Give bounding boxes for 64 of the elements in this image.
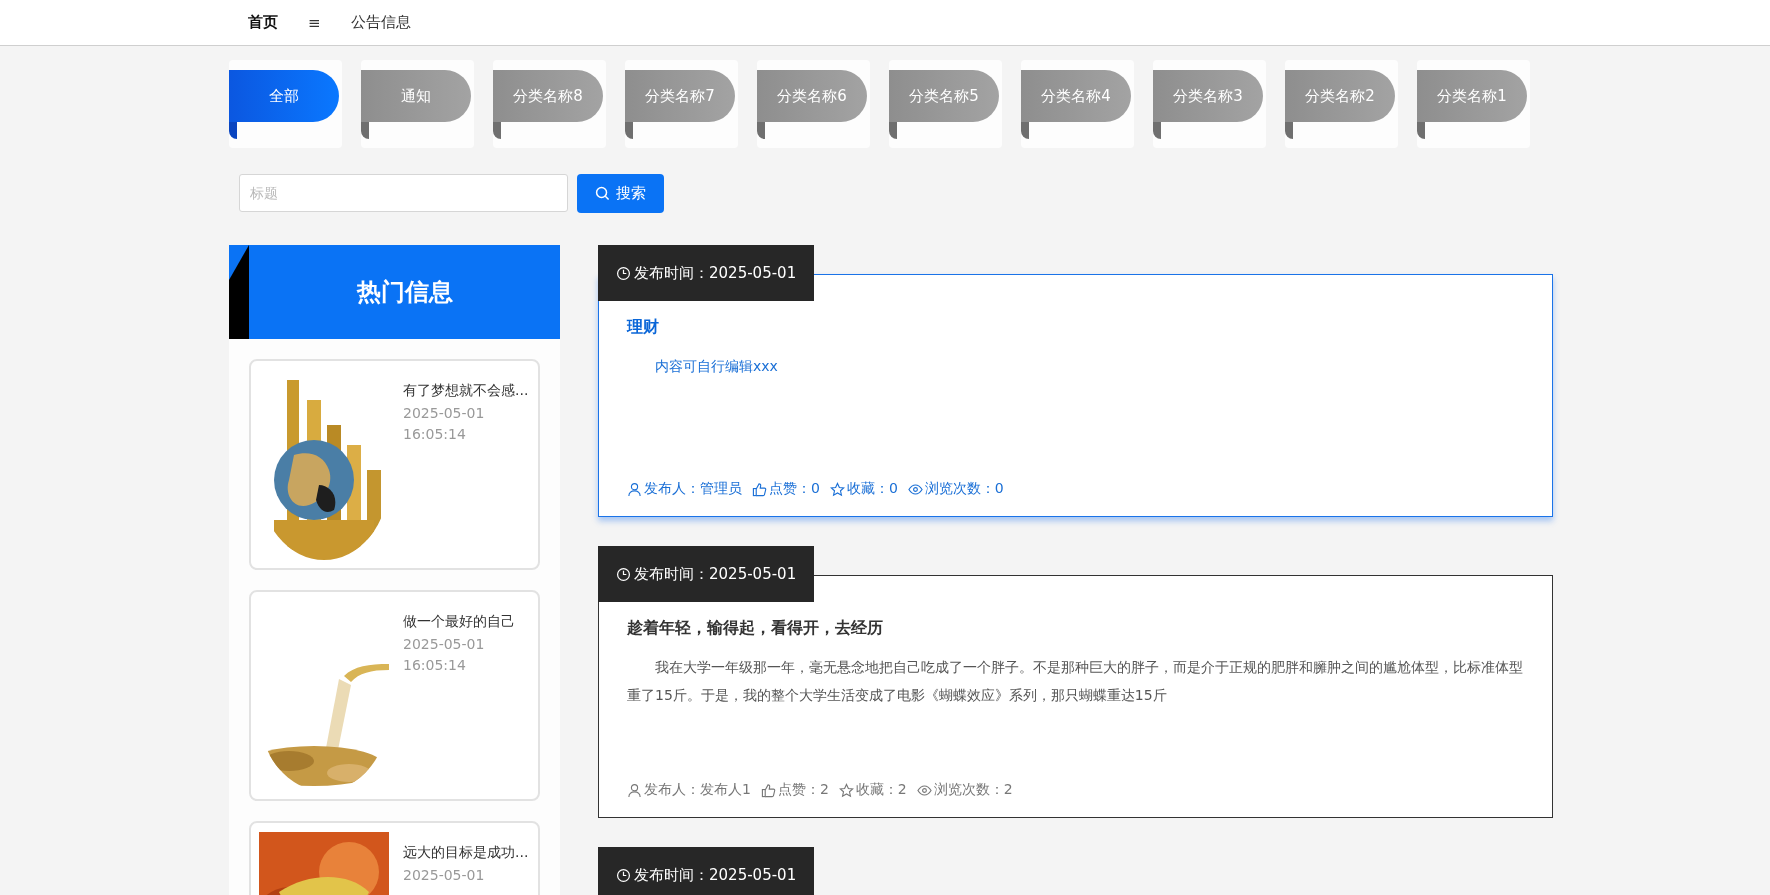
clock-icon <box>616 265 631 281</box>
category-tab[interactable]: 全部 <box>229 70 339 122</box>
search-icon <box>595 186 610 201</box>
star-icon <box>829 481 845 497</box>
post-title[interactable]: 趁着年轻，输得起，看得开，去经历 <box>627 618 1524 639</box>
ribbon-fold <box>1021 121 1029 139</box>
ribbon-fold <box>1285 121 1293 139</box>
post-meta-text: 收藏：2 <box>855 781 907 799</box>
ribbon-fold <box>1153 121 1161 139</box>
nav-link[interactable]: 公告信息 <box>350 13 411 32</box>
category-tab[interactable]: 分类名称1 <box>1417 70 1527 122</box>
clock-icon <box>616 566 631 582</box>
post-meta-text: 发布人：发布人1 <box>644 781 751 799</box>
ribbon-fold <box>1417 121 1425 139</box>
ribbon-fold <box>361 121 369 139</box>
hot-item-date: 2025-05-01 <box>403 636 486 652</box>
hot-item-time: 16:05:14 <box>403 657 467 673</box>
category-tab[interactable]: 分类名称4 <box>1021 70 1131 122</box>
hot-item-card[interactable]: 做一个最好的自己 2025-05-01 16:05:14 <box>249 590 540 801</box>
ribbon-fold <box>625 121 633 139</box>
ribbon-fold <box>889 121 897 139</box>
hot-item-title: 做一个最好的自己 <box>403 613 515 631</box>
category-tab[interactable]: 通知 <box>361 70 471 122</box>
category-tab[interactable]: 分类名称8 <box>493 70 603 122</box>
hot-item-title: 有了梦想就不会感... <box>403 382 529 400</box>
user-icon <box>627 481 642 497</box>
sidebar-title: 热门信息 <box>356 277 453 308</box>
hot-item-card[interactable]: 有了梦想就不会感... 2025-05-01 16:05:14 <box>249 359 540 570</box>
category-tab[interactable]: 分类名称3 <box>1153 70 1263 122</box>
ribbon-fold <box>493 121 501 139</box>
category-tab[interactable]: 分类名称7 <box>625 70 735 122</box>
post-meta-text: 收藏：0 <box>846 480 898 498</box>
hot-item-date: 2025-05-01 <box>403 867 486 883</box>
post-excerpt: 内容可自行编辑xxx <box>654 357 779 376</box>
search-button[interactable]: 搜索 <box>577 174 664 213</box>
post-excerpt: 我在大学一年级那一年，毫无悬念地把自己吃成了一个胖子。不是那种巨大的胖子，而是介于正规的肥胖和臃肿之间的尴尬体型，比标准体型重了15斤。于是，我的整个大学生活变成了电影《蝴蝶效应》系列，那只蝴蝶重达15斤 <box>627 658 1524 705</box>
date-tag: 发布时间：2025-05-01 <box>598 546 815 602</box>
post-meta-text: 发布人：管理员 <box>644 480 742 498</box>
post-meta-text: 浏览次数：0 <box>924 480 1004 498</box>
nav-link[interactable]: ≡ <box>308 13 321 32</box>
post-meta-text: 点赞：2 <box>777 781 829 799</box>
category-tab[interactable]: 分类名称5 <box>889 70 999 122</box>
clock-icon <box>616 867 631 883</box>
date-tag: 发布时间：2025-05-01 <box>598 847 815 895</box>
nav-link[interactable]: 首页 <box>248 13 278 32</box>
category-tab[interactable]: 分类名称2 <box>1285 70 1395 122</box>
hot-item-title: 远大的目标是成功... <box>403 844 529 862</box>
star-icon <box>838 782 854 798</box>
post-meta-text: 浏览次数：2 <box>933 781 1013 799</box>
title-search-field[interactable]: 标题 <box>239 174 568 212</box>
post-title[interactable]: 理财 <box>627 317 1524 338</box>
thumbs-up-icon <box>752 481 767 497</box>
eye-icon <box>907 481 923 497</box>
thumbs-up-icon <box>760 782 776 798</box>
eye-icon <box>916 782 932 798</box>
hot-item-time: 16:05:14 <box>403 426 467 442</box>
ribbon-fold <box>229 121 237 139</box>
post-meta-text: 点赞：0 <box>769 480 820 498</box>
ribbon-fold <box>757 121 765 139</box>
date-tag: 发布时间：2025-05-01 <box>598 245 815 301</box>
hot-item-card[interactable]: 远大的目标是成功... 2025-05-01 <box>249 821 540 895</box>
user-icon <box>627 782 642 798</box>
hot-item-date: 2025-05-01 <box>403 405 486 421</box>
category-tab[interactable]: 分类名称6 <box>757 70 867 122</box>
